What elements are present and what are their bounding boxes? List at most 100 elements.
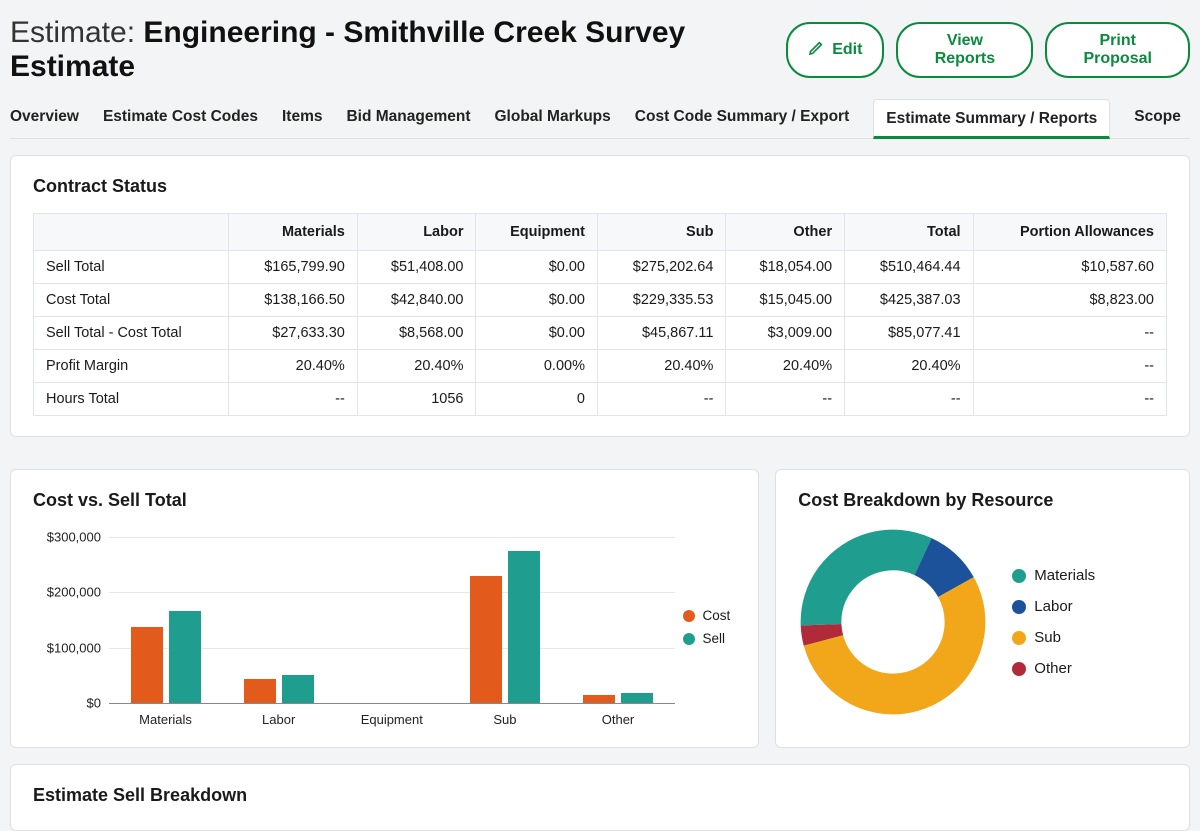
table-cell: $138,166.50 xyxy=(229,284,357,317)
tabbar: Overview Estimate Cost Codes Items Bid Mana… xyxy=(10,98,1190,139)
table-cell: 20.40% xyxy=(229,350,357,383)
row-label: Hours Total xyxy=(34,383,229,416)
table-cell: $8,823.00 xyxy=(973,284,1166,317)
table-row: Sell Total - Cost Total$27,633.30$8,568.… xyxy=(34,317,1167,350)
table-cell: -- xyxy=(597,383,725,416)
table-cell: $165,799.90 xyxy=(229,251,357,284)
table-cell: $229,335.53 xyxy=(597,284,725,317)
table-cell: $85,077.41 xyxy=(845,317,973,350)
legend-cost: Cost xyxy=(683,608,731,623)
legend-label: Labor xyxy=(1034,598,1072,615)
table-cell: 0.00% xyxy=(476,350,598,383)
table-cell: $510,464.44 xyxy=(845,251,973,284)
table-cell: $15,045.00 xyxy=(726,284,845,317)
tab-overview[interactable]: Overview xyxy=(10,98,79,138)
table-row: Hours Total--10560-------- xyxy=(34,383,1167,416)
legend-labor: Labor xyxy=(1012,598,1095,615)
row-label: Profit Margin xyxy=(34,350,229,383)
x-label: Sub xyxy=(448,712,561,727)
tab-estimate-cost-codes[interactable]: Estimate Cost Codes xyxy=(103,98,258,138)
view-reports-label: View Reports xyxy=(918,32,1011,68)
bar-group-equipment xyxy=(335,537,448,703)
cost-vs-sell-title: Cost vs. Sell Total xyxy=(33,490,736,511)
cost-vs-sell-legend: Cost Sell xyxy=(675,527,737,727)
tab-global-markups[interactable]: Global Markups xyxy=(495,98,611,138)
cost-breakdown-legend: Materials Labor Sub Other xyxy=(1012,567,1095,677)
swatch-materials xyxy=(1012,569,1026,583)
table-cell: -- xyxy=(973,383,1166,416)
table-cell: $42,840.00 xyxy=(357,284,476,317)
table-row: Cost Total$138,166.50$42,840.00$0.00$229… xyxy=(34,284,1167,317)
table-header: Labor xyxy=(357,214,476,251)
table-cell: $275,202.64 xyxy=(597,251,725,284)
legend-sell-label: Sell xyxy=(703,631,726,646)
x-label: Other xyxy=(561,712,674,727)
legend-label: Sub xyxy=(1034,629,1061,646)
table-header: Materials xyxy=(229,214,357,251)
table-header: Portion Allowances xyxy=(973,214,1166,251)
pencil-icon xyxy=(808,40,824,61)
print-proposal-button[interactable]: Print Proposal xyxy=(1045,22,1190,78)
table-cell: $27,633.30 xyxy=(229,317,357,350)
estimate-sell-breakdown-card: Estimate Sell Breakdown xyxy=(10,764,1190,831)
y-tick-label: $100,000 xyxy=(33,640,101,655)
table-row: Sell Total$165,799.90$51,408.00$0.00$275… xyxy=(34,251,1167,284)
table-header: Total xyxy=(845,214,973,251)
tab-items[interactable]: Items xyxy=(282,98,323,138)
swatch-sub xyxy=(1012,631,1026,645)
bar-sell xyxy=(508,551,540,703)
table-cell: $10,587.60 xyxy=(973,251,1166,284)
bar-cost xyxy=(131,627,163,703)
cost-vs-sell-card: Cost vs. Sell Total $0 $100,000 $200,000 $3… xyxy=(10,469,759,748)
table-cell: $0.00 xyxy=(476,251,598,284)
table-cell: $51,408.00 xyxy=(357,251,476,284)
tab-scope[interactable]: Scope xyxy=(1134,98,1181,138)
legend-label: Materials xyxy=(1034,567,1095,584)
header-actions: Edit View Reports Print Proposal xyxy=(786,22,1190,78)
print-proposal-label: Print Proposal xyxy=(1067,32,1168,68)
table-cell: -- xyxy=(229,383,357,416)
bar-cost xyxy=(470,576,502,703)
title-prefix: Estimate: xyxy=(10,16,143,49)
table-cell: 20.40% xyxy=(597,350,725,383)
y-tick-label: $0 xyxy=(33,696,101,711)
page-title: Estimate: Engineering - Smithville Creek… xyxy=(10,16,786,84)
legend-label: Other xyxy=(1034,660,1072,677)
contract-status-title: Contract Status xyxy=(33,176,1167,197)
x-label: Materials xyxy=(109,712,222,727)
cost-vs-sell-chart: $0$100,000$200,000$300,000MaterialsLabor… xyxy=(33,537,675,727)
swatch-sell xyxy=(683,633,695,645)
contract-status-table: MaterialsLaborEquipmentSubOtherTotalPort… xyxy=(33,213,1167,416)
table-cell: $0.00 xyxy=(476,317,598,350)
bar-sell xyxy=(169,611,201,703)
legend-cost-label: Cost xyxy=(703,608,731,623)
bar-cost xyxy=(244,679,276,703)
tab-cost-code-summary-export[interactable]: Cost Code Summary / Export xyxy=(635,98,849,138)
row-label: Sell Total xyxy=(34,251,229,284)
y-tick-label: $300,000 xyxy=(33,530,101,545)
legend-sell: Sell xyxy=(683,631,731,646)
tab-bid-management[interactable]: Bid Management xyxy=(346,98,470,138)
swatch-labor xyxy=(1012,600,1026,614)
table-cell: -- xyxy=(726,383,845,416)
swatch-other xyxy=(1012,662,1026,676)
view-reports-button[interactable]: View Reports xyxy=(896,22,1033,78)
swatch-cost xyxy=(683,610,695,622)
legend-materials: Materials xyxy=(1012,567,1095,584)
table-cell: $425,387.03 xyxy=(845,284,973,317)
table-header: Equipment xyxy=(476,214,598,251)
table-header: Sub xyxy=(597,214,725,251)
bar-sell xyxy=(282,675,314,703)
legend-sub: Sub xyxy=(1012,629,1095,646)
cost-breakdown-card: Cost Breakdown by Resource MaterialsLabo… xyxy=(775,469,1190,748)
tab-estimate-summary-reports[interactable]: Estimate Summary / Reports xyxy=(873,99,1110,139)
row-label: Sell Total - Cost Total xyxy=(34,317,229,350)
table-cell: $3,009.00 xyxy=(726,317,845,350)
bar-group-other xyxy=(561,537,674,703)
table-cell: 20.40% xyxy=(726,350,845,383)
legend-other: Other xyxy=(1012,660,1095,677)
bar-group-sub xyxy=(448,537,561,703)
edit-button[interactable]: Edit xyxy=(786,22,884,78)
y-tick-label: $200,000 xyxy=(33,585,101,600)
table-cell: 0 xyxy=(476,383,598,416)
